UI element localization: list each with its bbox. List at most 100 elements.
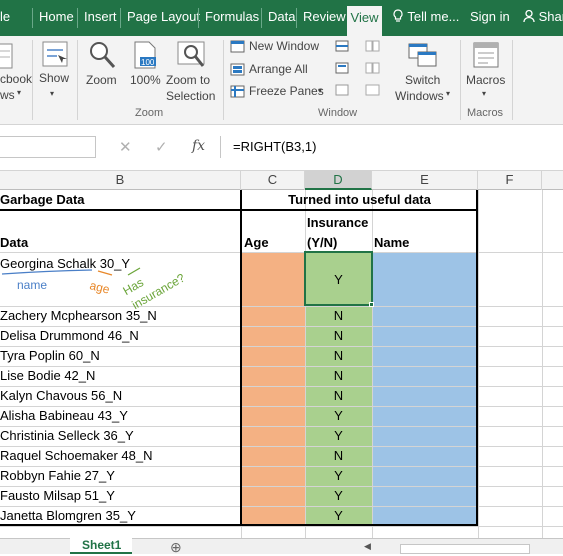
svg-text:100: 100 <box>141 58 155 67</box>
freeze-panes-button[interactable]: Freeze Panes ▾ <box>230 83 330 101</box>
workbook-views-button[interactable]: cbook ws ▾ <box>0 40 32 110</box>
insurance-cell[interactable]: N <box>305 306 372 326</box>
insurance-cell[interactable]: Y <box>305 486 372 506</box>
new-window-button[interactable]: New Window <box>230 38 325 56</box>
insurance-cell[interactable]: Y <box>305 506 372 526</box>
arrange-all-button[interactable]: Arrange All <box>230 61 325 79</box>
insurance-yn-header: (Y/N) <box>307 235 338 250</box>
switch-windows-button[interactable]: Switch Windows ▾ <box>393 40 455 106</box>
switch-windows-icon <box>408 43 437 67</box>
insurance-cell[interactable]: Y <box>305 426 372 446</box>
tab-data[interactable]: Data <box>268 9 295 24</box>
data-cell[interactable]: Fausto Milsap 51_Y <box>0 486 115 506</box>
show-icon <box>42 41 68 67</box>
zoom-to-selection-button[interactable]: Zoom to Selection <box>166 40 218 106</box>
name-column-fill <box>372 252 478 526</box>
show-label: Show <box>39 71 70 85</box>
name-box[interactable] <box>0 136 96 158</box>
reset-window-position-icon[interactable] <box>365 84 380 96</box>
insurance-cell[interactable]: N <box>305 446 372 466</box>
split-icon[interactable] <box>335 40 349 52</box>
annotation-name: name <box>17 278 48 292</box>
data-cell[interactable]: Christinia Selleck 36_Y <box>0 426 134 446</box>
column-header-f[interactable]: F <box>478 170 542 190</box>
add-sheet-icon[interactable]: ⊕ <box>170 539 182 556</box>
hide-icon[interactable] <box>335 62 349 74</box>
garbage-data-header: Garbage Data <box>0 192 85 207</box>
unhide-icon[interactable] <box>335 84 349 96</box>
data-cell[interactable]: Kalyn Chavous 56_N <box>0 386 122 406</box>
zoom-label: Zoom <box>86 73 117 87</box>
cancel-icon[interactable]: ✕ <box>119 138 132 156</box>
macros-icon <box>473 42 499 68</box>
tab-view[interactable]: View <box>347 6 382 36</box>
freeze-panes-label: Freeze Panes <box>249 84 324 98</box>
share-button[interactable]: Shar <box>523 9 563 24</box>
view-side-by-side-icon[interactable] <box>365 40 380 52</box>
group-label-macros: Macros <box>467 107 504 119</box>
tab-home[interactable]: Home <box>39 9 74 24</box>
insurance-cell[interactable]: N <box>305 386 372 406</box>
tell-me-label: Tell me... <box>407 9 460 24</box>
sheet-tab-sheet1[interactable]: Sheet1 <box>70 538 132 554</box>
tab-page-layout[interactable]: Page Layout <box>127 9 200 24</box>
data-cell[interactable]: Tyra Poplin 60_N <box>0 346 100 366</box>
dropdown-arrow-icon: ▾ <box>446 89 451 98</box>
zoom-to-label: Zoom to <box>166 73 211 87</box>
zoom-100-label: 100% <box>130 73 161 87</box>
dropdown-arrow-icon: ▾ <box>318 86 323 95</box>
insurance-cell[interactable]: N <box>305 326 372 346</box>
active-cell-selection <box>304 251 373 306</box>
insurance-cell[interactable]: Y <box>305 466 372 486</box>
data-cell[interactable]: Delisa Drummond 46_N <box>0 326 139 346</box>
gridline-horizontal <box>0 526 563 527</box>
zoom-button[interactable]: Zoom <box>83 40 121 100</box>
useful-data-header: Turned into useful data <box>288 192 431 207</box>
data-cell[interactable]: Zachery Mcphearson 35_N <box>0 306 157 326</box>
gridline-horizontal <box>0 252 563 253</box>
sync-scrolling-icon[interactable] <box>365 62 380 74</box>
sheet-tab-label: Sheet1 <box>82 538 122 552</box>
section-border-right <box>476 190 478 526</box>
arrange-all-label: Arrange All <box>249 62 308 76</box>
tab-review[interactable]: Review <box>303 9 346 24</box>
zoom-100-icon: 100 <box>134 41 156 69</box>
data-cell[interactable]: Janetta Blomgren 35_Y <box>0 506 136 526</box>
data-cell[interactable]: Robbyn Fahie 27_Y <box>0 466 115 486</box>
group-label-window: Window <box>318 107 358 119</box>
data-cell[interactable]: Alisha Babineau 43_Y <box>0 406 128 426</box>
arrange-all-icon <box>230 63 245 76</box>
insert-function-icon[interactable]: fx <box>192 138 205 154</box>
insurance-cell[interactable]: Y <box>305 406 372 426</box>
enter-icon[interactable]: ✓ <box>155 138 168 156</box>
show-button[interactable]: Show ▾ <box>37 40 73 110</box>
tab-insert[interactable]: Insert <box>84 9 117 24</box>
new-window-label: New Window <box>249 39 320 53</box>
data-cell[interactable]: Raquel Schoemaker 48_N <box>0 446 152 466</box>
tell-me-search[interactable]: Tell me... <box>392 9 459 24</box>
data-cell[interactable]: Lise Bodie 42_N <box>0 366 95 386</box>
column-header-d[interactable]: D <box>305 170 372 190</box>
magnifier-icon <box>90 42 116 69</box>
zoom-100-button[interactable]: 100 100% <box>127 40 163 100</box>
section-border-left <box>240 190 242 526</box>
column-header-c[interactable]: C <box>241 170 305 190</box>
tab-formulas[interactable]: Formulas <box>205 9 259 24</box>
scroll-left-icon[interactable]: ◀ <box>364 541 371 552</box>
insurance-column-header: Insurance <box>307 215 369 230</box>
insurance-cell[interactable]: N <box>305 366 372 386</box>
column-header-e[interactable]: E <box>372 170 478 190</box>
group-label-zoom: Zoom <box>135 107 164 119</box>
tab-file[interactable]: le <box>0 9 10 24</box>
macros-button[interactable]: Macros ▾ <box>465 40 507 106</box>
new-window-icon <box>230 40 245 53</box>
workbook-views-label-2: ws <box>0 88 15 102</box>
formula-input[interactable]: =RIGHT(B3,1) <box>220 136 563 158</box>
age-column-header: Age <box>244 235 269 250</box>
windows-label: Windows <box>395 89 444 103</box>
horizontal-scrollbar[interactable] <box>400 544 530 554</box>
insurance-cell[interactable]: N <box>305 346 372 366</box>
share-label: Shar <box>538 9 563 24</box>
sign-in-link[interactable]: Sign in <box>470 9 510 24</box>
column-header-b[interactable]: B <box>0 170 241 190</box>
